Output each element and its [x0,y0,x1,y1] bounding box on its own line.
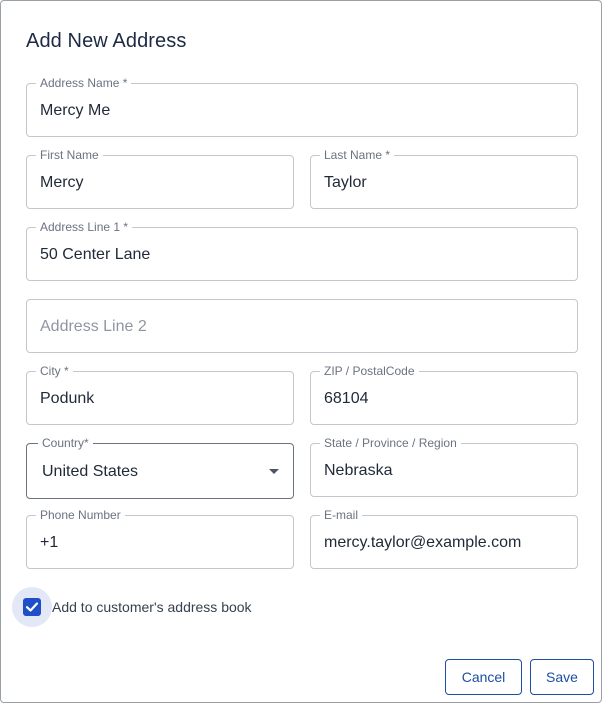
city-value[interactable]: Podunk [40,390,94,408]
country-select[interactable]: Country* United States [26,436,294,499]
dialog-title: Add New Address [26,30,187,52]
address-line-1-value[interactable]: 50 Center Lane [40,246,150,264]
phone-label: Phone Number [36,508,125,522]
country-value[interactable]: United States [42,463,138,481]
last-name-value[interactable]: Taylor [324,174,367,192]
zip-value[interactable]: 68104 [324,390,369,408]
phone-value[interactable]: +1 [40,534,58,552]
state-field[interactable]: State / Province / Region Nebraska [310,436,578,497]
address-name-field[interactable]: Address Name * Mercy Me [26,76,578,137]
address-book-checkbox[interactable] [23,598,41,616]
check-icon [25,602,39,612]
address-line-2-placeholder[interactable]: Address Line 2 [40,318,147,336]
address-line-1-field[interactable]: Address Line 1 * 50 Center Lane [26,220,578,281]
address-name-label: Address Name * [36,76,132,90]
state-value[interactable]: Nebraska [324,462,392,480]
address-book-label[interactable]: Add to customer's address book [52,599,252,615]
city-label: City * [36,364,73,378]
email-value[interactable]: mercy.taylor@example.com [324,534,521,552]
address-line-2-field[interactable]: Address Line 2 [26,299,578,353]
first-name-value[interactable]: Mercy [40,174,84,192]
address-name-value[interactable]: Mercy Me [40,102,110,120]
address-line-1-label: Address Line 1 * [36,220,133,234]
zip-field[interactable]: ZIP / PostalCode 68104 [310,364,578,425]
first-name-field[interactable]: First Name Mercy [26,148,294,209]
email-field[interactable]: E-mail mercy.taylor@example.com [310,508,578,569]
country-label: Country* [38,436,93,450]
zip-label: ZIP / PostalCode [320,364,419,378]
last-name-label: Last Name * [320,148,395,162]
state-label: State / Province / Region [320,436,461,450]
city-field[interactable]: City * Podunk [26,364,294,425]
chevron-down-icon[interactable] [269,469,279,474]
first-name-label: First Name [36,148,103,162]
last-name-field[interactable]: Last Name * Taylor [310,148,578,209]
save-button[interactable]: Save [530,659,594,695]
add-address-dialog: Add New Address Address Name * Mercy Me … [0,0,602,703]
cancel-button[interactable]: Cancel [445,659,522,695]
phone-field[interactable]: Phone Number +1 [26,508,294,569]
email-label: E-mail [320,508,363,522]
